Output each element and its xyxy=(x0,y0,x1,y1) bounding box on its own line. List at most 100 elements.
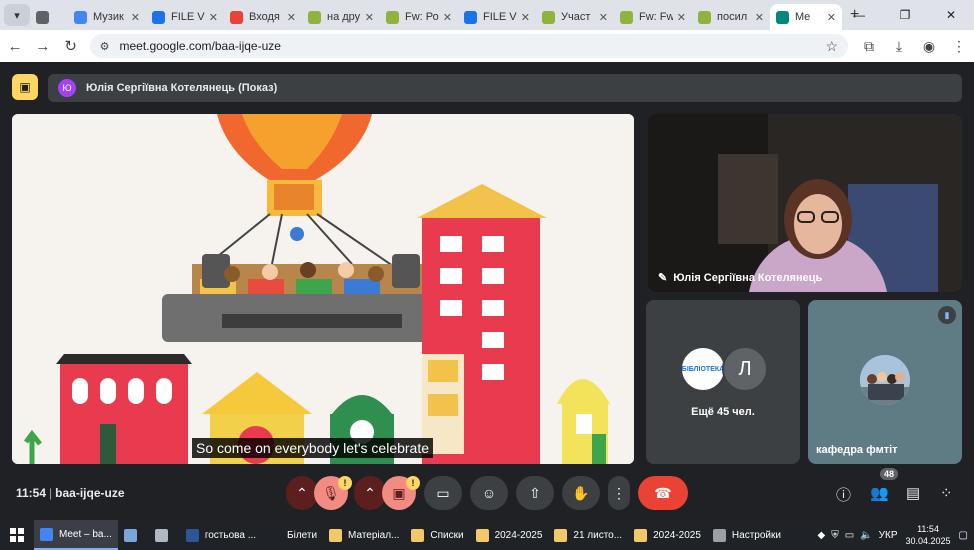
tray-shield-icon[interactable]: ⛨ xyxy=(831,530,839,541)
tab-title: Участ xyxy=(561,11,591,23)
leave-call-button[interactable]: ☎ xyxy=(638,476,688,510)
close-tab-icon[interactable]: ✕ xyxy=(827,11,836,24)
close-tab-icon[interactable]: ✕ xyxy=(209,11,218,24)
site-info-icon[interactable]: ⚙ xyxy=(100,40,110,53)
pin-icon[interactable]: ✎ xyxy=(658,271,667,284)
taskbar-app-icon xyxy=(634,528,648,542)
meeting-time: 11:54 xyxy=(16,486,47,500)
kafedra-avatar xyxy=(860,355,910,405)
taskbar-app-icon xyxy=(123,528,137,542)
browser-tab[interactable]: на дру ✕ xyxy=(302,4,380,30)
taskbar-item[interactable]: 2024-2025 xyxy=(628,520,707,550)
tab-title: Me xyxy=(795,11,811,23)
browser-menu-icon[interactable]: ⋮ xyxy=(944,38,974,55)
tab-search-button[interactable]: ▾ xyxy=(4,4,30,26)
present-now-button[interactable]: ⇧ xyxy=(516,476,554,510)
bookmark-star-icon[interactable]: ☆ xyxy=(825,38,838,55)
tray-network-icon[interactable]: ▭ xyxy=(845,530,854,541)
close-tab-icon[interactable]: ✕ xyxy=(755,11,764,24)
close-tab-icon[interactable]: ✕ xyxy=(677,11,686,24)
people-count-badge: 48 xyxy=(880,468,899,480)
presenter-label: Юлія Сергіївна Котелянець (Показ) xyxy=(86,82,278,94)
participant-tile-kafedra[interactable]: ▮ кафедра фмтіт xyxy=(808,300,962,464)
participant-name-main: ✎ Юлія Сергіївна Котелянець xyxy=(658,271,823,285)
meet-area: ▣ Ю Юлія Сергіївна Котелянець (Показ) So… xyxy=(0,62,974,520)
people-icon[interactable]: 👥 xyxy=(870,484,889,502)
browser-tab[interactable]: FILE Vi ✕ xyxy=(146,4,224,30)
restore-button[interactable]: ❐ xyxy=(882,0,928,30)
presentation-stage[interactable]: So come on everybody let's celebrate xyxy=(12,114,634,464)
reload-button[interactable]: ↻ xyxy=(58,33,84,59)
taskbar-item[interactable]: 2024-2025 xyxy=(470,520,549,550)
close-tab-icon[interactable]: ✕ xyxy=(443,11,452,24)
close-tab-icon[interactable]: ✕ xyxy=(365,11,374,24)
browser-tab[interactable]: Fw: Ро ✕ xyxy=(380,4,458,30)
browser-tab[interactable] xyxy=(30,4,68,30)
tray-app-icon[interactable]: ◆ xyxy=(818,530,826,541)
tab-doc-icon xyxy=(74,10,87,24)
start-button[interactable] xyxy=(0,520,34,550)
taskbar-item[interactable] xyxy=(118,520,149,550)
taskbar-item[interactable]: гостьова ... xyxy=(180,520,262,550)
tab-title: на дру xyxy=(327,11,361,23)
minimize-button[interactable]: — xyxy=(836,0,882,30)
taskbar-item[interactable] xyxy=(149,520,180,550)
participant-avatar-l: Л xyxy=(722,346,768,392)
close-window-button[interactable]: ✕ xyxy=(928,0,974,30)
url-text: meet.google.com/baa-ijqe-uze xyxy=(119,39,281,53)
download-icon[interactable]: ⤓ xyxy=(884,38,914,55)
taskbar-item-label: Матеріал... xyxy=(348,529,400,541)
taskbar-item[interactable]: Настройки xyxy=(707,520,787,550)
tab-title: Fw: Fw xyxy=(639,11,673,23)
taskbar-item[interactable]: Meet – ba... xyxy=(34,520,118,550)
language-indicator[interactable]: УКР xyxy=(879,530,898,541)
taskbar-item[interactable]: Матеріал... xyxy=(323,520,405,550)
extensions-icon[interactable]: ⧉ xyxy=(854,38,884,55)
profile-avatar[interactable]: ◉ xyxy=(914,38,944,55)
address-bar[interactable]: ⚙ meet.google.com/baa-ijqe-uze ☆ xyxy=(89,34,848,58)
tab-file-icon xyxy=(464,10,477,24)
notifications-icon[interactable]: ▢ xyxy=(959,530,968,541)
close-tab-icon[interactable]: ✕ xyxy=(287,11,296,24)
browser-tab[interactable]: Fw: Fw ✕ xyxy=(614,4,692,30)
taskbar-clock[interactable]: 11:54 30.04.2025 xyxy=(906,523,951,547)
emoji-button[interactable]: ☺ xyxy=(470,476,508,510)
tab-strip: ▾ Музик ✕ FILE Vi ✕ Входя ✕ на дру ✕ Fw: Ро ✕ FILE… xyxy=(0,0,974,30)
tab-title: Fw: Ро xyxy=(405,11,439,23)
participant-tile-main[interactable]: ✎ Юлія Сергіївна Котелянець xyxy=(648,114,962,292)
chat-icon[interactable]: ▤ xyxy=(906,484,920,502)
more-options-button[interactable]: ⋮ xyxy=(608,476,630,510)
taskbar-item[interactable]: Списки xyxy=(405,520,469,550)
tray-volume-icon[interactable]: 🔈 xyxy=(860,530,872,541)
close-tab-icon[interactable]: ✕ xyxy=(131,11,140,24)
browser-tab[interactable]: Me ✕ xyxy=(770,4,842,30)
tab-file-icon xyxy=(152,10,165,24)
presenter-bar: Ю Юлія Сергіївна Котелянець (Показ) xyxy=(48,74,962,102)
tab-title: Входя xyxy=(249,11,280,23)
forward-button[interactable]: → xyxy=(30,33,56,59)
group-photo-icon xyxy=(860,355,910,405)
raise-hand-button[interactable]: ✋ xyxy=(562,476,600,510)
tab-title: FILE Vi xyxy=(483,11,517,23)
taskbar-item[interactable]: 21 листо... xyxy=(548,520,628,550)
browser-tab[interactable]: Музик ✕ xyxy=(68,4,146,30)
activities-icon[interactable]: ⁘ xyxy=(940,484,953,502)
participant-name-text: Юлія Сергіївна Котелянець xyxy=(673,271,823,284)
more-participants-tile[interactable]: БІБЛІОТЕКА Л Ещё 45 чел. xyxy=(646,300,800,464)
taskbar-item-label: Meet – ba... xyxy=(59,528,112,540)
browser-tab[interactable]: Участ ✕ xyxy=(536,4,614,30)
back-button[interactable]: ← xyxy=(2,33,28,59)
browser-toolbar: ← → ↻ ⚙ meet.google.com/baa-ijqe-uze ☆ ⧉… xyxy=(0,30,974,62)
browser-tab[interactable]: FILE Vi ✕ xyxy=(458,4,536,30)
browser-tab[interactable]: посил ✕ xyxy=(692,4,770,30)
meeting-info-icon[interactable]: ⓘ xyxy=(836,484,851,505)
close-tab-icon[interactable]: ✕ xyxy=(521,11,530,24)
tab-meet-icon xyxy=(776,10,789,24)
presentation-icon[interactable]: ▣ xyxy=(12,74,38,100)
video-caption: So come on everybody let's celebrate xyxy=(192,438,434,458)
close-tab-icon[interactable]: ✕ xyxy=(599,11,608,24)
captions-button[interactable]: ▭ xyxy=(424,476,462,510)
tab-drive-icon xyxy=(386,10,399,24)
browser-tab[interactable]: Входя ✕ xyxy=(224,4,302,30)
taskbar-item[interactable]: Білети xyxy=(262,520,323,550)
